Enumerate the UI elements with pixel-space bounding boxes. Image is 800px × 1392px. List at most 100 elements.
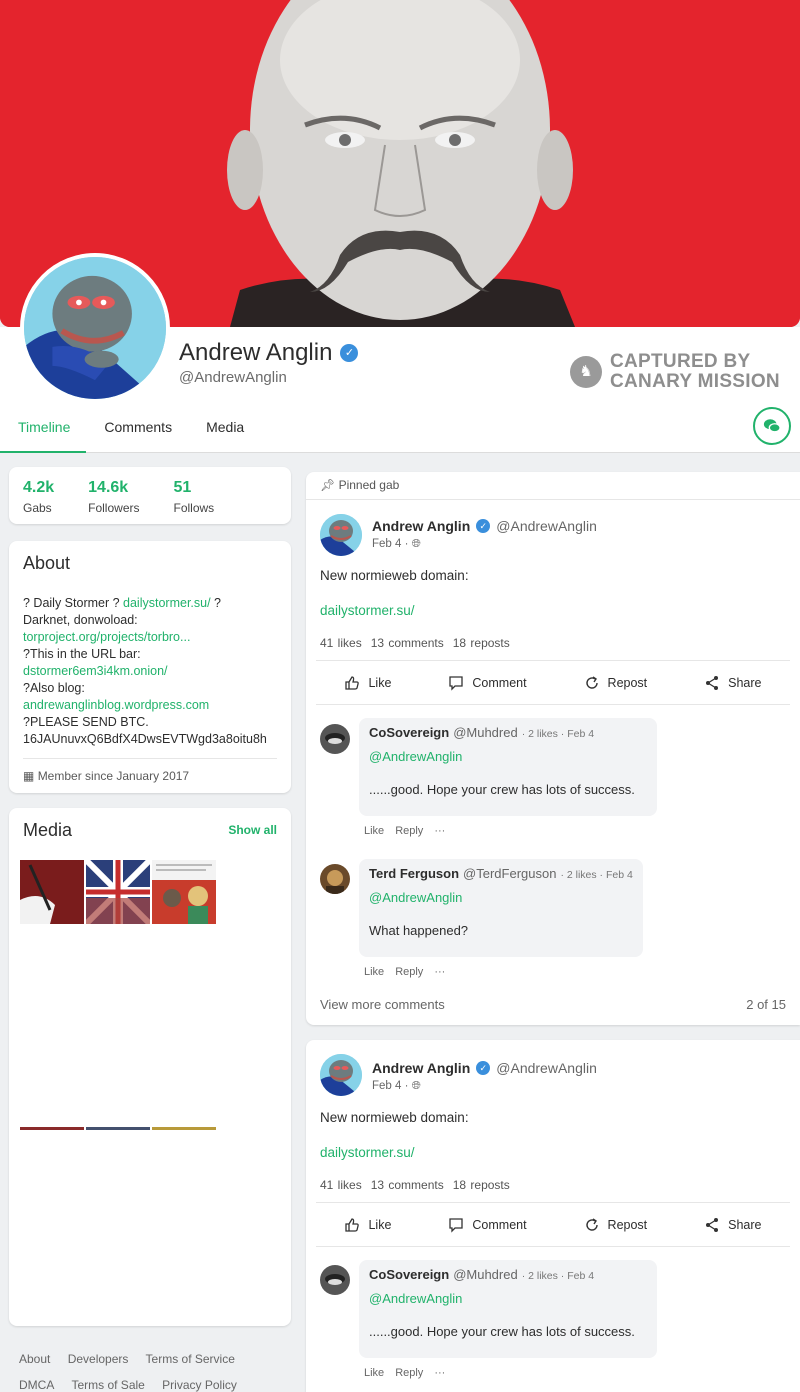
stat-followers[interactable]: 14.6k Followers	[88, 479, 139, 524]
pepe-avatar-icon	[320, 514, 362, 556]
media-thumb-6[interactable]	[152, 1127, 216, 1130]
stat-follows[interactable]: 51 Follows	[174, 479, 215, 524]
comment-reply-button[interactable]: Reply	[395, 825, 423, 837]
post-author-name[interactable]: Andrew Anglin	[372, 518, 470, 534]
post-actions: Like Comment Repost Share	[316, 1217, 790, 1233]
comment-text: ......good. Hope your crew has lots of s…	[369, 782, 635, 797]
pinned-divider	[306, 499, 800, 500]
post-author-avatar[interactable]	[320, 1054, 362, 1096]
comment-author-name[interactable]: Terd Ferguson	[369, 866, 459, 881]
stat-gabs[interactable]: 4.2k Gabs	[23, 479, 54, 524]
comment-author-name[interactable]: CoSovereign	[369, 725, 449, 740]
post-link[interactable]: dailystormer.su/	[320, 1145, 415, 1160]
post-date-text[interactable]: Feb 4 ·	[372, 538, 408, 550]
post-reposts-count[interactable]: 18 reposts	[453, 636, 510, 650]
comment-actions: Like Reply ···	[364, 825, 456, 837]
comment-reply-button[interactable]: Reply	[395, 1367, 423, 1379]
comment-author-name[interactable]: CoSovereign	[369, 1267, 449, 1282]
comment-mention[interactable]: @AndrewAnglin	[369, 890, 633, 905]
like-button[interactable]: Like	[344, 1217, 391, 1233]
repost-button[interactable]: Repost	[584, 1217, 647, 1233]
bio-link-blog[interactable]: andrewanglinblog.wordpress.com	[23, 697, 277, 714]
footer-terms-of-service[interactable]: Terms of Service	[146, 1352, 235, 1366]
comment-more-button[interactable]: ···	[434, 825, 445, 837]
like-button[interactable]: Like	[344, 675, 391, 691]
post-date-text[interactable]: Feb 4 ·	[372, 1080, 408, 1092]
media-thumb-4[interactable]	[20, 1127, 84, 1130]
footer-developers[interactable]: Developers	[68, 1352, 129, 1366]
media-thumb-1[interactable]	[20, 860, 84, 924]
post-reposts-count[interactable]: 18 reposts	[453, 1178, 510, 1192]
canary-mission-watermark: ♞ CAPTURED BY CANARY MISSION	[570, 352, 780, 392]
comment-actions: Like Reply ···	[364, 1367, 456, 1379]
footer-dmca[interactable]: DMCA	[19, 1378, 54, 1392]
footer-about[interactable]: About	[19, 1352, 50, 1366]
repost-button[interactable]: Repost	[584, 675, 647, 691]
bio-line-6: ?Also blog:	[23, 681, 85, 695]
comment-avatar[interactable]	[320, 1265, 350, 1295]
post-divider-bottom	[316, 704, 790, 705]
user-avatar-icon	[320, 1265, 350, 1295]
post-author-avatar[interactable]	[320, 514, 362, 556]
chat-button[interactable]	[753, 407, 791, 445]
post-comments-count[interactable]: 13 comments	[371, 636, 444, 650]
post-comments-count[interactable]: 13 comments	[371, 1178, 444, 1192]
comment-actions: Like Reply ···	[364, 966, 456, 978]
post-link[interactable]: dailystormer.su/	[320, 603, 415, 618]
comment-mention[interactable]: @AndrewAnglin	[369, 1291, 647, 1306]
comment-avatar[interactable]	[320, 724, 350, 754]
comment-header: CoSovereign @Muhdred · 2 likes · Feb 4	[369, 1267, 647, 1282]
share-icon	[706, 676, 719, 690]
post-author-handle[interactable]: @AndrewAnglin	[496, 518, 597, 534]
media-thumbnails-row-2	[20, 1127, 216, 1130]
media-thumb-2[interactable]	[86, 860, 150, 924]
share-label: Share	[728, 676, 762, 690]
comment-more-button[interactable]: ···	[434, 1367, 445, 1379]
post-author: Andrew Anglin ✓ @AndrewAnglin	[372, 518, 597, 534]
comment-avatar[interactable]	[320, 864, 350, 894]
bio-line-4: ?This in the URL bar:	[23, 647, 141, 661]
comment-like-button[interactable]: Like	[364, 1367, 384, 1379]
media-thumb-3[interactable]	[152, 860, 216, 924]
thumbs-up-icon	[345, 1218, 360, 1232]
post-date: Feb 4 · 🌐︎	[372, 1080, 421, 1093]
comment-author-handle[interactable]: @Muhdred	[453, 1267, 518, 1282]
post-likes-count[interactable]: 41 likes	[320, 1178, 362, 1192]
tab-timeline[interactable]: Timeline	[0, 411, 87, 453]
post-author-name[interactable]: Andrew Anglin	[372, 1060, 470, 1076]
comment-reply-button[interactable]: Reply	[395, 966, 423, 978]
media-card: Media Show all	[9, 808, 291, 1326]
share-button[interactable]: Share	[704, 675, 761, 691]
footer-terms-of-sale[interactable]: Terms of Sale	[71, 1378, 144, 1392]
view-more-comments-link[interactable]: View more comments	[320, 997, 445, 1012]
bio-link-torproject[interactable]: torproject.org/projects/torbro...	[23, 629, 277, 646]
globe-icon: 🌐︎	[411, 538, 421, 550]
comment-more-button[interactable]: ···	[434, 966, 445, 978]
media-thumb-5[interactable]	[86, 1127, 150, 1130]
user-avatar-icon	[320, 724, 350, 754]
comment-author-handle[interactable]: @TerdFerguson	[463, 866, 556, 881]
repost-icon	[585, 1218, 598, 1231]
show-all-link[interactable]: Show all	[228, 823, 277, 837]
bio-line-1b: ?	[210, 596, 221, 610]
comment-like-button[interactable]: Like	[364, 825, 384, 837]
comment-header: CoSovereign @Muhdred · 2 likes · Feb 4	[369, 725, 647, 740]
tab-media[interactable]: Media	[188, 411, 260, 453]
stat-gabs-value: 4.2k	[23, 479, 55, 496]
thumbs-up-icon	[345, 676, 360, 690]
profile-avatar[interactable]	[20, 253, 170, 403]
post-likes-count[interactable]: 41 likes	[320, 636, 362, 650]
comment-author-handle[interactable]: @Muhdred	[453, 725, 518, 740]
post-author-handle[interactable]: @AndrewAnglin	[496, 1060, 597, 1076]
comment-button[interactable]: Comment	[448, 675, 527, 691]
post-counts: 41 likes 13 comments 18 reposts	[320, 636, 519, 650]
comment-page-count: 2 of 15	[746, 997, 786, 1012]
tab-comments[interactable]: Comments	[86, 411, 188, 453]
bio-link-onion[interactable]: dstormer6em3i4km.onion/	[23, 663, 277, 680]
comment-button[interactable]: Comment	[448, 1217, 527, 1233]
footer-privacy-policy[interactable]: Privacy Policy	[162, 1378, 237, 1392]
share-button[interactable]: Share	[704, 1217, 761, 1233]
comment-mention[interactable]: @AndrewAnglin	[369, 749, 647, 764]
comment-like-button[interactable]: Like	[364, 966, 384, 978]
bio-link-dailystormer[interactable]: dailystormer.su/	[123, 596, 211, 610]
